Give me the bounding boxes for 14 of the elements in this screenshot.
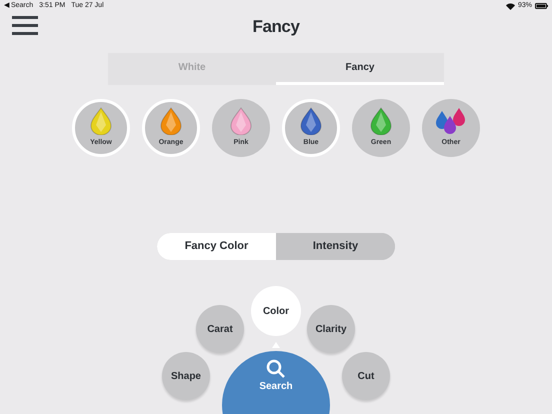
search-icon	[266, 359, 286, 379]
filter-option[interactable]: Color	[251, 286, 301, 336]
filter-option[interactable]: Cut	[342, 352, 390, 400]
menu-icon[interactable]	[12, 16, 38, 35]
battery-icon	[535, 3, 548, 9]
filter-option[interactable]: Shape	[162, 352, 210, 400]
filter-option[interactable]: Carat	[196, 305, 244, 353]
segment-tab[interactable]: Fancy Color	[157, 233, 276, 260]
drops-icon	[434, 107, 468, 136]
page-title: Fancy	[252, 16, 300, 38]
tab[interactable]: Fancy	[276, 53, 444, 85]
filter-option[interactable]: Clarity	[307, 305, 355, 353]
search-button[interactable]: Search	[222, 351, 330, 414]
wifi-icon	[506, 2, 515, 10]
